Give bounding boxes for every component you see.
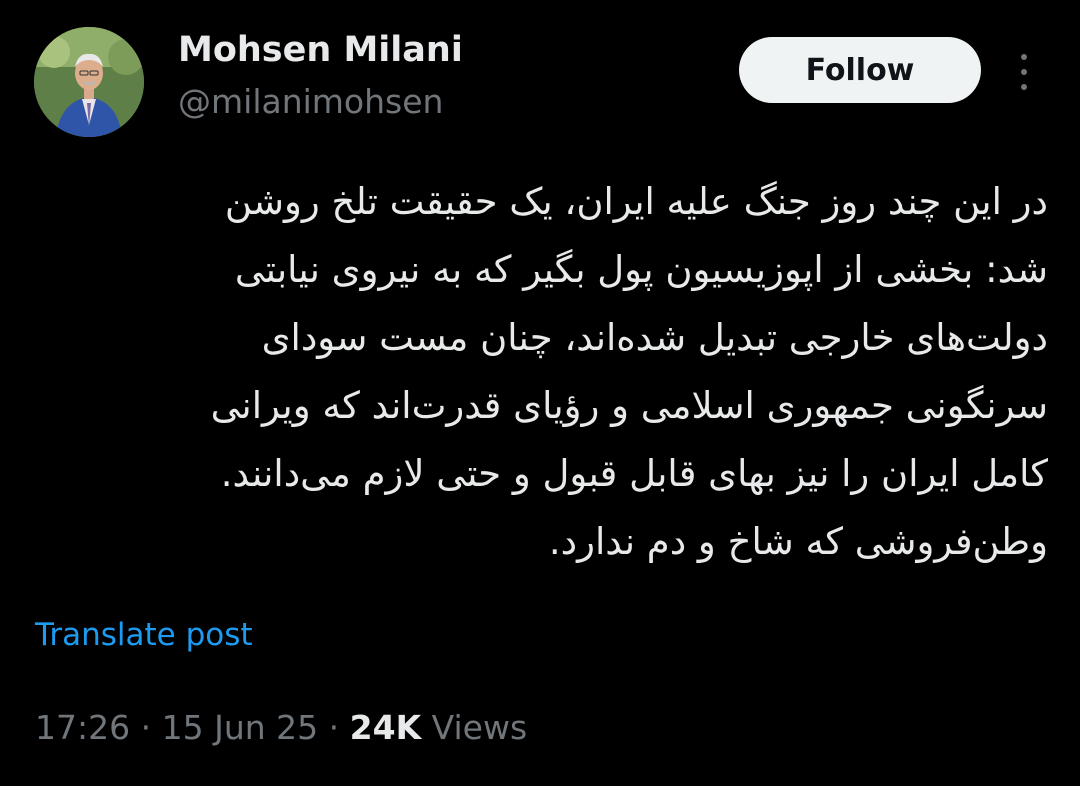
meta-separator: ·	[328, 708, 340, 747]
tweet-text: در این چند روز جنگ علیه ایران، یک حقیقت …	[40, 168, 1048, 576]
tweet-date[interactable]: 15 Jun 25	[162, 708, 319, 747]
user-handle[interactable]: @milanimohsen	[178, 82, 443, 121]
tweet-meta: 17:26 · 15 Jun 25 · 24K Views	[35, 708, 527, 747]
more-dot	[1021, 84, 1027, 90]
tweet-line: وطن‌فروشی که شاخ و دم ندارد.	[548, 520, 1048, 563]
tweet-line: در این چند روز جنگ علیه ایران، یک حقیقت …	[224, 180, 1048, 223]
tweet-time[interactable]: 17:26	[35, 708, 130, 747]
tweet-line: سرنگونی جمهوری اسلامی و رؤیای قدرت‌اند ک…	[210, 384, 1048, 427]
avatar[interactable]	[34, 27, 144, 137]
display-name[interactable]: Mohsen Milani	[178, 30, 463, 70]
tweet-line: شد: بخشی از اپوزیسیون پول بگیر که به نیر…	[234, 248, 1048, 291]
meta-separator: ·	[140, 708, 152, 747]
avatar-image	[34, 27, 144, 137]
follow-button[interactable]: Follow	[739, 37, 981, 103]
views-count: 24K	[349, 708, 422, 747]
more-vertical-icon[interactable]	[1011, 54, 1037, 90]
tweet-line: کامل ایران را نیز بهای قابل قبول و حتی ل…	[220, 452, 1048, 495]
more-dot	[1021, 69, 1027, 75]
more-dot	[1021, 54, 1027, 60]
translate-post-link[interactable]: Translate post	[35, 617, 253, 653]
views-label: Views	[431, 708, 528, 747]
tweet-line: دولت‌های خارجی تبدیل شده‌اند، چنان مست س…	[261, 316, 1048, 359]
